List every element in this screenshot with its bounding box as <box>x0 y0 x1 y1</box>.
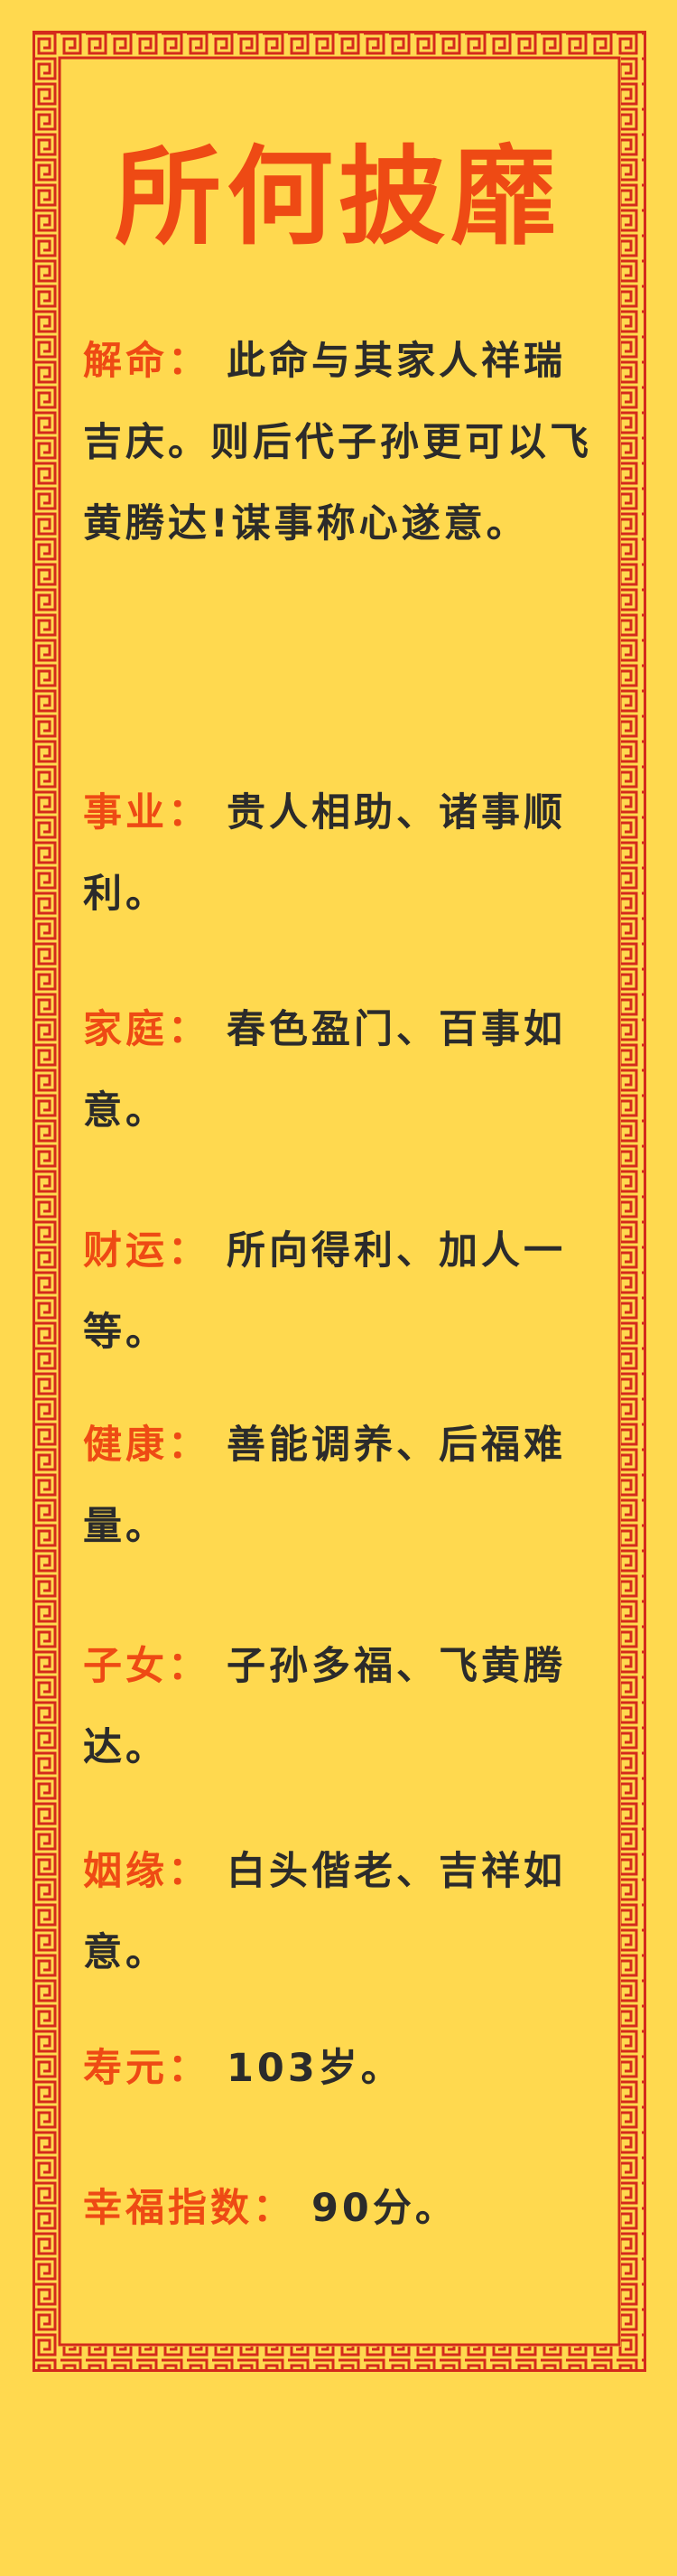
separator: ： <box>253 2186 295 2231</box>
separator: ： <box>168 1228 210 1274</box>
separator: ： <box>168 1644 210 1689</box>
section-label: 事业 <box>83 790 168 835</box>
separator: ： <box>168 1849 210 1894</box>
section-happiness-index: 幸福指数： 90分。 <box>83 2168 598 2249</box>
section-label: 姻缘 <box>83 1849 168 1894</box>
section-career: 事业： 贵人相助、诸事顺利。 <box>83 772 598 935</box>
separator: ： <box>168 790 210 835</box>
section-health: 健康： 善能调养、后福难量。 <box>83 1405 598 1567</box>
section-label: 解命 <box>83 339 168 384</box>
section-family: 家庭： 春色盈门、百事如意。 <box>83 989 598 1152</box>
section-text: 103岁。 <box>227 2046 403 2091</box>
separator: ： <box>168 1007 210 1052</box>
section-label: 子女 <box>83 1644 168 1689</box>
section-marriage: 姻缘： 白头偕老、吉祥如意。 <box>83 1831 598 1993</box>
page-title: 所何披靡 <box>114 134 562 259</box>
section-lifespan: 寿元： 103岁。 <box>83 2028 598 2109</box>
section-children: 子女： 子孙多福、飞黄腾达。 <box>83 1626 598 1788</box>
section-label: 寿元 <box>83 2046 168 2091</box>
section-label: 幸福指数 <box>83 2186 253 2231</box>
section-fate: 解命： 此命与其家人祥瑞吉庆。则后代子孙更可以飞黄腾达!谋事称心遂意。 <box>83 321 598 565</box>
separator: ： <box>168 339 210 384</box>
separator: ： <box>168 1423 210 1468</box>
section-label: 健康 <box>83 1423 168 1468</box>
separator: ： <box>168 2046 210 2091</box>
section-label: 家庭 <box>83 1007 168 1052</box>
section-label: 财运 <box>83 1228 168 1274</box>
section-text: 90分。 <box>311 2186 458 2231</box>
section-wealth: 财运： 所向得利、加人一等。 <box>83 1210 598 1373</box>
